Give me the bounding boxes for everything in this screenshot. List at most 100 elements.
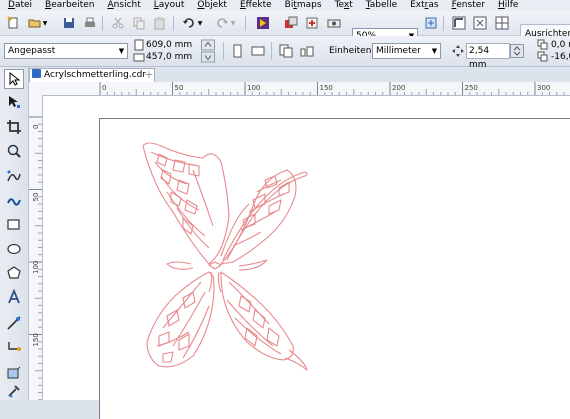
menu-bar: Datei Bearbeiten Ansicht Layout Objekt Effekt… — [0, 0, 570, 11]
butterfly-wing-tail — [166, 261, 194, 270]
document-tab-strip: Acrylschmetterling.cdr + — [29, 67, 570, 83]
menu-item-tabelle[interactable]: Tabelle — [358, 0, 402, 11]
redo-arrow-icon[interactable]: ▼ — [229, 15, 237, 31]
landscape-icon[interactable] — [250, 43, 266, 59]
duplicate-distance-x-value[interactable]: 0,0 r — [551, 40, 570, 50]
crop-tool-icon[interactable] — [4, 117, 24, 137]
full-screen-preview-icon[interactable] — [423, 15, 439, 31]
open-recent-arrow-icon[interactable]: ▼ — [41, 15, 49, 31]
ruler-tick-label: 150 — [320, 84, 333, 92]
chevron-down-icon: ▼ — [118, 47, 125, 55]
show-grid-icon[interactable] — [472, 15, 488, 31]
ruler-tick-label: 200 — [392, 84, 405, 92]
drawing-canvas[interactable] — [43, 96, 570, 419]
connector-tool-icon[interactable] — [4, 337, 24, 357]
print-icon[interactable] — [82, 15, 98, 31]
butterfly-wing-cells — [156, 153, 200, 235]
document-tab-label: Acrylschmetterling.cdr — [44, 70, 147, 80]
nudge-icon — [450, 43, 466, 59]
menu-item-objekt[interactable]: Objekt — [189, 0, 232, 11]
butterfly-wing-detail — [150, 151, 214, 249]
ruler-tick-label: 0 — [102, 84, 106, 92]
menu-item-hilfe[interactable]: Hilfe — [490, 0, 524, 11]
ruler-tick-label: 0 — [32, 125, 40, 129]
separator — [173, 16, 174, 31]
units-value: Millimeter — [376, 46, 421, 56]
undo-icon[interactable] — [181, 15, 197, 31]
interactive-fill-tool-icon[interactable] — [4, 363, 24, 383]
portrait-icon[interactable] — [229, 43, 245, 59]
new-document-icon[interactable] — [5, 15, 21, 31]
export-icon[interactable] — [283, 15, 299, 31]
cut-icon[interactable] — [110, 15, 126, 31]
ruler-tick-label: 150 — [32, 333, 40, 346]
page-size-select[interactable]: Angepasst ▼ — [4, 43, 128, 59]
menu-item-text[interactable]: Text — [327, 0, 358, 11]
chevron-down-icon: ▼ — [431, 47, 438, 55]
page-size-value: Angepasst — [8, 46, 56, 56]
snap-to-icon[interactable] — [451, 15, 467, 31]
polygon-tool-icon[interactable] — [4, 263, 24, 283]
butterfly-drawing[interactable] — [43, 96, 570, 400]
separator — [102, 16, 103, 31]
ruler-tick-label: 50 — [175, 84, 184, 92]
separator — [443, 16, 444, 31]
page-width-value[interactable]: 609,0 mm — [146, 40, 192, 50]
all-pages-icon[interactable] — [278, 43, 294, 59]
page-height-icon — [133, 51, 145, 63]
ruler-tick-label: 100 — [247, 84, 260, 92]
new-tab-icon[interactable]: + — [143, 69, 155, 81]
paste-icon[interactable] — [152, 15, 168, 31]
menu-item-layout[interactable]: Layout — [146, 0, 190, 11]
vertical-ruler-ticks: 050100150 — [29, 116, 42, 401]
nudge-distance-input[interactable]: 2,54 mm — [466, 43, 510, 70]
parallel-dimension-tool-icon[interactable] — [4, 313, 24, 333]
separator — [223, 42, 224, 60]
menu-item-bitmaps[interactable]: Bitmaps — [277, 0, 327, 11]
horizontal-ruler[interactable]: 0 50 100 150 200 250 300 — [29, 82, 570, 96]
property-bar: Angepasst ▼ 609,0 mm 457,0 mm Einheiten:… — [0, 36, 570, 70]
guidelines-icon[interactable] — [494, 15, 510, 31]
text-tool-icon[interactable] — [4, 287, 24, 307]
butterfly-wing-detail — [156, 281, 210, 359]
ruler-tick-label: 300 — [537, 84, 550, 92]
width-spinner-icon[interactable] — [201, 39, 215, 50]
import-icon[interactable] — [255, 15, 271, 31]
shape-tool-icon[interactable] — [4, 92, 24, 112]
separator — [245, 16, 246, 31]
eyedropper-tool-icon[interactable] — [4, 381, 24, 401]
copy-icon[interactable] — [131, 15, 147, 31]
menu-item-extras[interactable]: Extras — [402, 0, 443, 11]
nudge-spinner-icon[interactable] — [510, 43, 524, 59]
butterfly-body — [208, 261, 222, 293]
units-label: Einheiten: — [329, 46, 375, 56]
application-launcher-icon[interactable] — [326, 15, 342, 31]
units-select[interactable]: Millimeter ▼ — [372, 43, 441, 59]
current-page-icon[interactable] — [299, 43, 315, 59]
page-height-value[interactable]: 457,0 mm — [146, 52, 192, 62]
duplicate-distance-y-icon — [537, 51, 549, 63]
menu-item-bearbeiten[interactable]: Bearbeiten — [37, 0, 99, 11]
publish-pdf-icon[interactable] — [304, 15, 320, 31]
menu-item-fenster[interactable]: Fenster — [444, 0, 490, 11]
standard-toolbar: ▼ ▼ ▼ 50% ▼ — [0, 11, 570, 44]
undo-arrow-icon[interactable]: ▼ — [196, 15, 204, 31]
rectangle-tool-icon[interactable] — [4, 215, 24, 235]
redo-icon[interactable] — [214, 15, 230, 31]
duplicate-distance-y-value[interactable]: -16,0 — [551, 52, 570, 62]
smart-drawing-tool-icon[interactable] — [4, 191, 24, 211]
save-icon[interactable] — [61, 15, 77, 31]
zoom-tool-icon[interactable] — [4, 141, 24, 161]
menu-item-datei[interactable]: Datei — [0, 0, 37, 11]
vertical-ruler[interactable]: 0 50 100 150 — [29, 95, 43, 401]
menu-item-ansicht[interactable]: Ansicht — [100, 0, 146, 11]
tab-document[interactable]: Acrylschmetterling.cdr — [29, 68, 156, 83]
butterfly-antenna — [220, 203, 250, 257]
ruler-tick-label: 250 — [465, 84, 478, 92]
ruler-tick-label: 100 — [32, 261, 40, 274]
height-spinner-icon[interactable] — [201, 51, 215, 62]
ellipse-tool-icon[interactable] — [4, 239, 24, 259]
menu-item-effekte[interactable]: Effekte — [232, 0, 277, 11]
freehand-tool-icon[interactable] — [4, 167, 24, 187]
pick-tool-icon[interactable] — [4, 69, 24, 89]
